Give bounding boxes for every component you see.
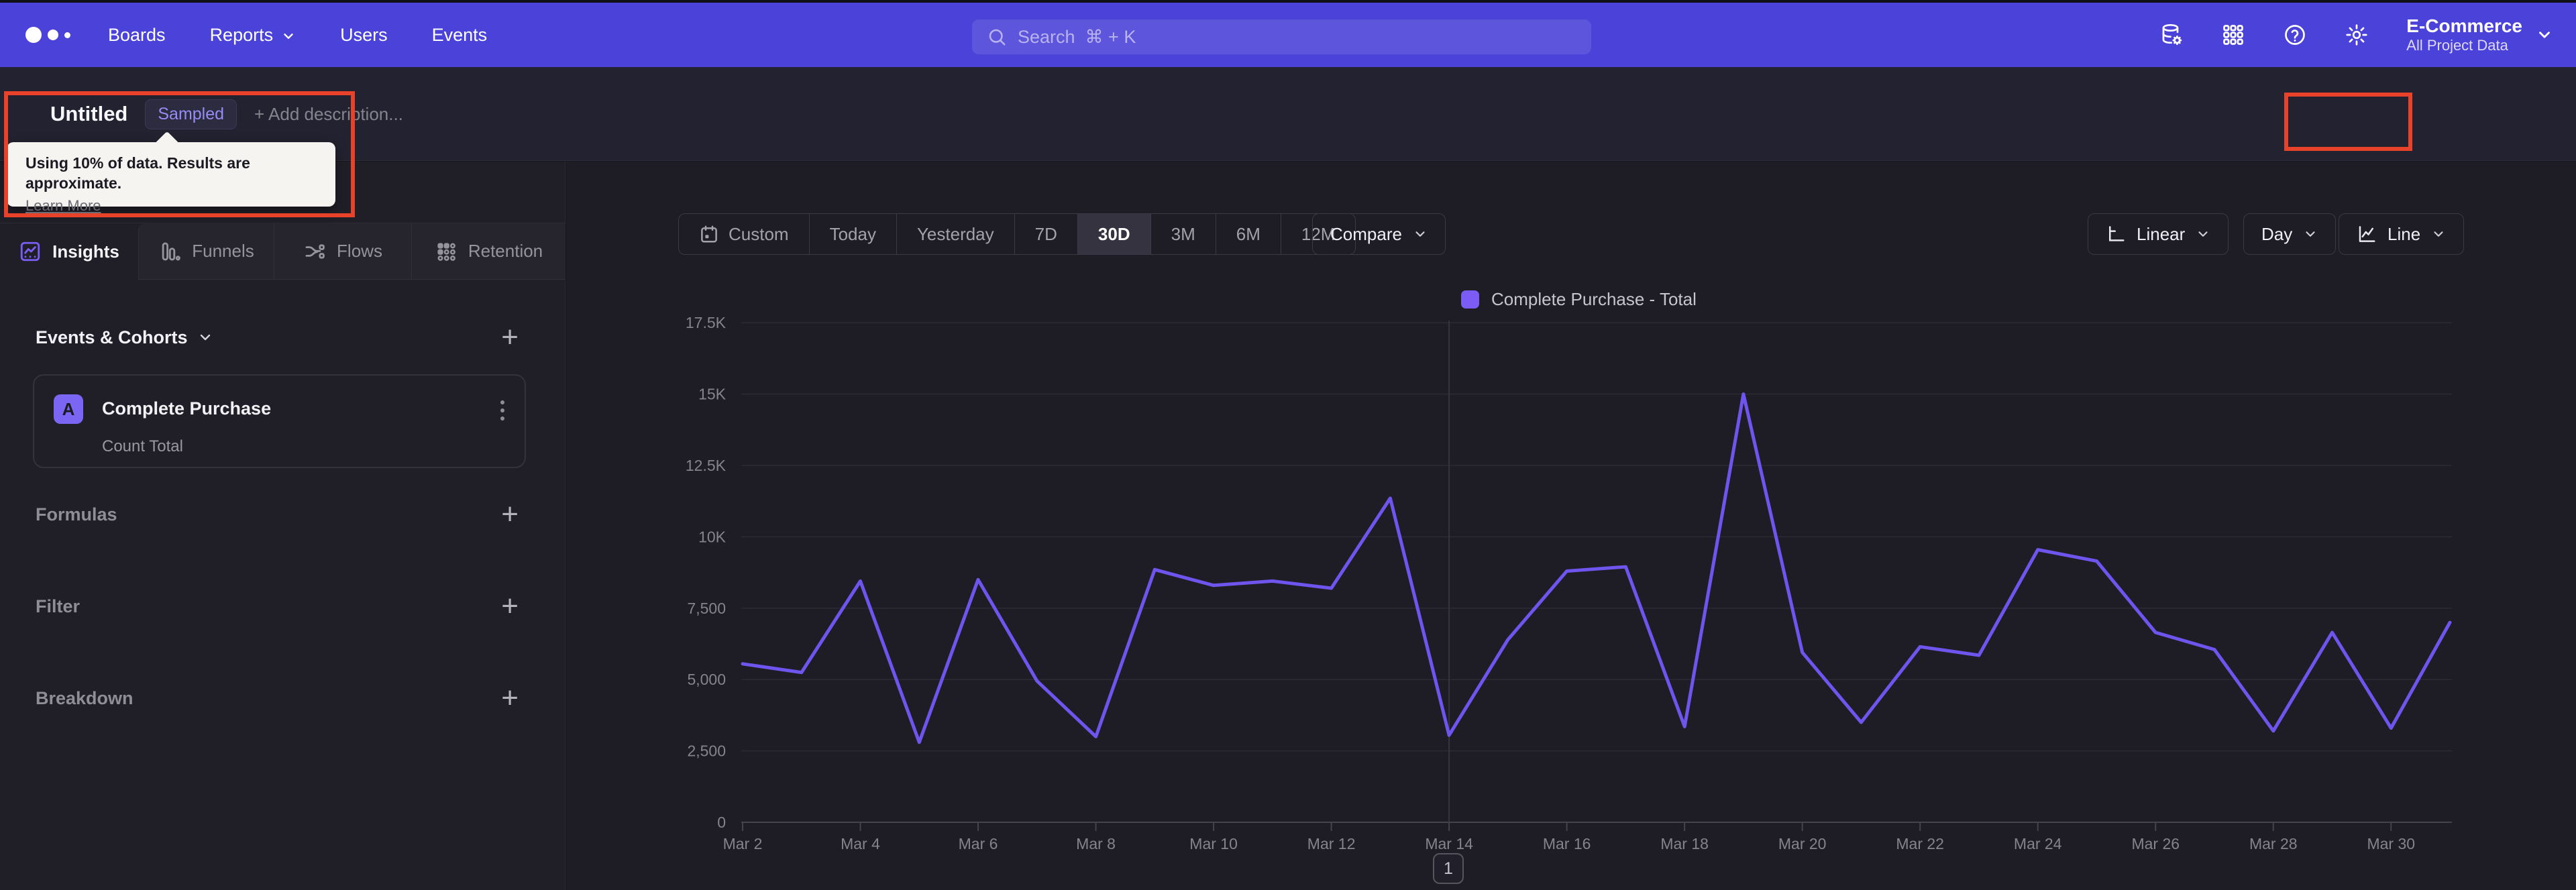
interval-selector-button[interactable]: Day [2243, 213, 2337, 255]
settings-gear-icon[interactable] [2345, 23, 2369, 47]
add-breakdown-button[interactable]: + [501, 683, 519, 713]
nav-item-users[interactable]: Users [340, 25, 388, 46]
range-6m[interactable]: 6M [1215, 214, 1281, 254]
insights-report-app: 0 2,500 5,000 7,500 10K 12.5K 15K 17.5K Mar 2 Mar… [0, 0, 2576, 890]
flows-icon [305, 243, 325, 259]
events-cohorts-header-row: Events & Cohorts + [0, 323, 566, 352]
sampling-tooltip: Using 10% of data. Results are approxima… [7, 131, 335, 214]
nav-item-reports[interactable]: Reports [210, 25, 297, 46]
events-cohorts-header[interactable]: Events & Cohorts [36, 327, 213, 348]
linear-axis-icon [2109, 226, 2125, 241]
mixpanel-logo[interactable] [25, 27, 70, 43]
project-name: E-Commerce [2406, 15, 2522, 36]
insights-icon [20, 241, 40, 262]
range-custom[interactable]: Custom [679, 214, 809, 254]
chart-type-selector-button[interactable]: Line [2339, 213, 2465, 255]
tab-flows[interactable]: Flows [274, 223, 411, 280]
date-range-selector: Custom Today Yesterday 7D 30D 3M 6M 12M [678, 213, 1356, 255]
range-3m[interactable]: 3M [1150, 214, 1216, 254]
compare-label: Compare [1330, 223, 1402, 244]
nav-item-boards[interactable]: Boards [108, 25, 166, 46]
event-title: Complete Purchase [102, 398, 272, 419]
annotation-marker[interactable]: 1 [1433, 853, 1464, 884]
report-title[interactable]: Untitled [50, 102, 127, 126]
event-aggregation[interactable]: Count Total [102, 437, 183, 456]
project-selector[interactable]: E-Commerce All Project Data [2406, 15, 2553, 54]
range-today[interactable]: Today [808, 214, 896, 254]
tab-retention[interactable]: Retention [411, 223, 566, 280]
breakdown-row: Breakdown + [0, 683, 566, 713]
compare-button[interactable]: Compare [1312, 213, 1446, 255]
scale-selector-button[interactable]: Linear [2088, 213, 2229, 255]
add-description[interactable]: + Add description... [254, 104, 403, 125]
data-management-icon[interactable] [2159, 23, 2184, 47]
formulas-label: Formulas [36, 504, 117, 524]
line-chart-icon [2359, 226, 2375, 242]
funnels-icon [162, 242, 181, 260]
legend-label: Complete Purchase - Total [1491, 289, 1697, 309]
range-30d[interactable]: 30D [1077, 214, 1150, 254]
tab-label: Flows [337, 241, 382, 261]
scale-label: Linear [2137, 223, 2186, 244]
chevron-down-icon [2539, 32, 2550, 38]
range-7d[interactable]: 7D [1014, 214, 1077, 254]
filter-label: Filter [36, 596, 80, 616]
report-type-tabs: Insights Funnels Flows Retention [0, 223, 566, 280]
project-scope: All Project Data [2406, 37, 2508, 54]
tab-funnels[interactable]: Funnels [138, 223, 274, 280]
range-yesterday[interactable]: Yesterday [896, 214, 1014, 254]
add-formula-button[interactable]: + [501, 500, 519, 529]
nav-item-events[interactable]: Events [432, 25, 488, 46]
primary-nav: Boards Reports Users Events [108, 25, 487, 46]
event-options-kebab[interactable] [498, 397, 507, 424]
help-icon[interactable] [2283, 23, 2307, 47]
range-label: Custom [729, 223, 789, 244]
chevron-down-icon [2434, 231, 2443, 237]
chart-type-label: Line [2387, 223, 2421, 244]
tab-label: Insights [52, 241, 119, 262]
calendar-icon [701, 225, 717, 243]
tab-label: Retention [468, 241, 543, 261]
chevron-down-icon [2198, 231, 2208, 237]
breakdown-label: Breakdown [36, 687, 133, 708]
chevron-down-icon [284, 34, 293, 39]
nav-item-reports-label: Reports [209, 24, 274, 45]
top-nav: Boards Reports Users Events E-Commerce A… [0, 3, 2576, 67]
chart-panel: Custom Today Yesterday 7D 30D 3M 6M 12M … [566, 162, 2576, 890]
event-card[interactable]: A Complete Purchase Count Total [33, 374, 526, 468]
learn-more-link[interactable]: Learn More [25, 197, 101, 215]
add-event-button[interactable]: + [501, 323, 519, 352]
search-field[interactable] [1018, 26, 1576, 48]
event-letter-badge: A [54, 394, 83, 424]
search-icon [989, 29, 1006, 46]
retention-icon [437, 242, 455, 261]
filter-row: Filter + [0, 592, 566, 621]
formulas-row: Formulas + [0, 500, 566, 529]
events-cohorts-label: Events & Cohorts [36, 327, 188, 347]
tab-insights[interactable]: Insights [0, 223, 138, 280]
sampled-badge[interactable]: Sampled [145, 99, 237, 129]
search-input[interactable] [972, 19, 1591, 54]
chart-legend[interactable]: Complete Purchase - Total [1461, 289, 1697, 310]
chevron-down-icon [200, 334, 210, 341]
legend-swatch [1461, 290, 1479, 309]
report-header: Untitled Sampled + Add description... Sa… [0, 67, 2576, 205]
tooltip-message: Using 10% of data. Results are approxima… [25, 154, 250, 192]
apps-grid-icon[interactable] [2221, 23, 2245, 47]
add-filter-button[interactable]: + [501, 592, 519, 621]
nav-utilities: E-Commerce All Project Data [2159, 3, 2553, 67]
query-builder-sidebar: Insights Funnels Flows Retention Events … [0, 162, 566, 890]
interval-label: Day [2261, 223, 2293, 244]
chevron-down-icon [1415, 231, 1425, 237]
chevron-down-icon [2306, 231, 2315, 237]
tab-label: Funnels [192, 241, 254, 261]
